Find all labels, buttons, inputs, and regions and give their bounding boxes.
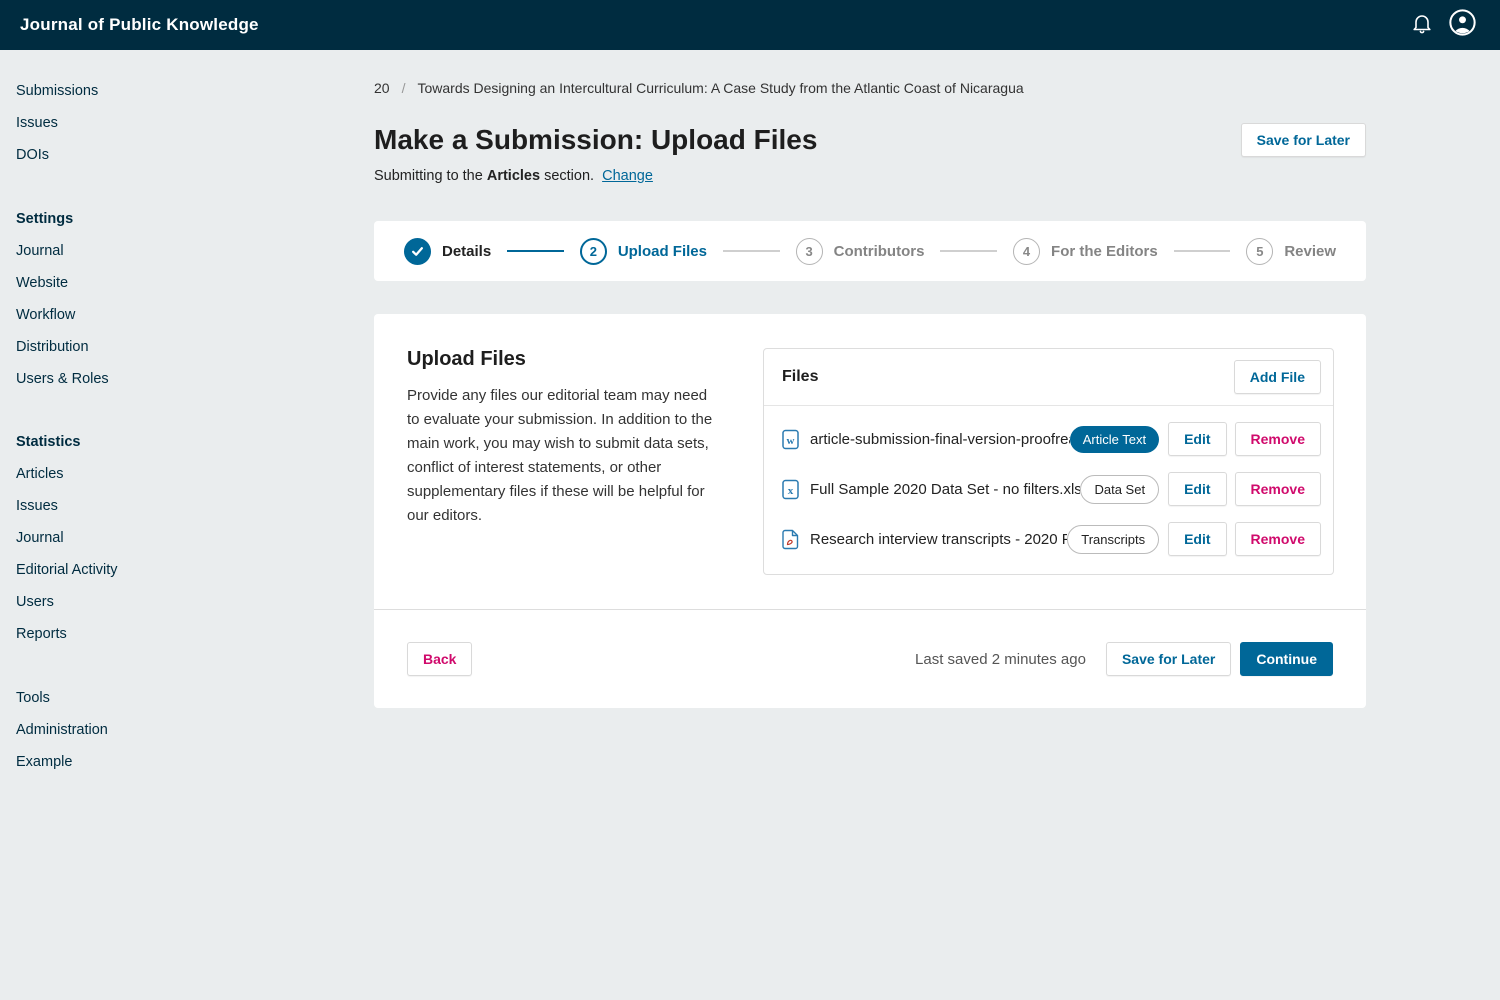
file-name: Full Sample 2020 Data Set - no filters.x… bbox=[810, 481, 1080, 498]
sidebar-item-settings-website[interactable]: Website bbox=[16, 274, 374, 293]
edit-file-button[interactable]: Edit bbox=[1168, 522, 1226, 556]
step-for-the-editors[interactable]: 4 For the Editors bbox=[1013, 238, 1158, 265]
sidebar-item-stats-articles[interactable]: Articles bbox=[16, 465, 374, 484]
file-type-badge: Article Text bbox=[1070, 426, 1159, 453]
word-file-icon: w bbox=[782, 429, 799, 450]
remove-file-button[interactable]: Remove bbox=[1235, 522, 1321, 556]
file-row-transcripts: Research interview transcripts - 2020 FI… bbox=[764, 514, 1333, 564]
file-name: article-submission-final-version-proofre… bbox=[810, 431, 1070, 448]
top-bar: Journal of Public Knowledge bbox=[0, 0, 1500, 50]
continue-button[interactable]: Continue bbox=[1240, 642, 1333, 676]
user-menu-button[interactable] bbox=[1442, 5, 1482, 45]
remove-file-button[interactable]: Remove bbox=[1235, 472, 1321, 506]
page-title: Make a Submission: Upload Files bbox=[374, 124, 817, 156]
add-file-button[interactable]: Add File bbox=[1234, 360, 1321, 394]
sidebar-item-stats-journal[interactable]: Journal bbox=[16, 529, 374, 548]
file-row-article: w article-submission-final-version-proof… bbox=[764, 414, 1333, 464]
submitting-to-text: Submitting to the Articles section. Chan… bbox=[374, 168, 1366, 184]
sidebar-item-settings-journal[interactable]: Journal bbox=[16, 242, 374, 261]
pdf-file-icon bbox=[782, 529, 799, 550]
upload-files-heading: Upload Files bbox=[407, 348, 723, 371]
sidebar-item-stats-users[interactable]: Users bbox=[16, 593, 374, 612]
sidebar-item-submissions[interactable]: Submissions bbox=[16, 82, 374, 101]
file-type-badge: Transcripts bbox=[1067, 525, 1159, 554]
breadcrumb-separator: / bbox=[402, 80, 406, 96]
step-upload-files[interactable]: 2 Upload Files bbox=[580, 238, 707, 265]
svg-text:x: x bbox=[788, 485, 794, 497]
submission-stepper: Details 2 Upload Files 3 Contributors 4 … bbox=[374, 221, 1366, 281]
sidebar-item-stats-editorial-activity[interactable]: Editorial Activity bbox=[16, 561, 374, 580]
remove-file-button[interactable]: Remove bbox=[1235, 422, 1321, 456]
sidebar-item-settings-users-roles[interactable]: Users & Roles bbox=[16, 370, 374, 389]
edit-file-button[interactable]: Edit bbox=[1168, 472, 1226, 506]
sidebar-item-issues[interactable]: Issues bbox=[16, 114, 374, 133]
excel-file-icon: x bbox=[782, 479, 799, 500]
sidebar-item-settings-distribution[interactable]: Distribution bbox=[16, 338, 374, 357]
sidebar: Submissions Issues DOIs Settings Journal… bbox=[0, 50, 374, 785]
edit-file-button[interactable]: Edit bbox=[1168, 422, 1226, 456]
save-for-later-button-top[interactable]: Save for Later bbox=[1241, 123, 1366, 157]
check-icon bbox=[404, 238, 431, 265]
svg-text:w: w bbox=[787, 435, 795, 447]
sidebar-item-settings-workflow[interactable]: Workflow bbox=[16, 306, 374, 325]
breadcrumb-submission-id: 20 bbox=[374, 80, 390, 96]
upload-files-description: Provide any files our editorial team may… bbox=[407, 384, 723, 528]
last-saved-text: Last saved 2 minutes ago bbox=[915, 651, 1086, 668]
sidebar-header-settings: Settings bbox=[16, 210, 374, 229]
user-avatar-icon bbox=[1449, 9, 1476, 41]
save-for-later-button-bottom[interactable]: Save for Later bbox=[1106, 642, 1231, 676]
files-panel: Files Add File w article-submission-f bbox=[763, 348, 1334, 575]
sidebar-item-stats-reports[interactable]: Reports bbox=[16, 625, 374, 644]
sidebar-item-tools[interactable]: Tools bbox=[16, 689, 374, 708]
file-name: Research interview transcripts - 2020 FI… bbox=[810, 531, 1067, 548]
sidebar-item-dois[interactable]: DOIs bbox=[16, 146, 374, 165]
notifications-button[interactable] bbox=[1402, 5, 1442, 45]
upload-files-card: Upload Files Provide any files our edito… bbox=[374, 314, 1366, 708]
sidebar-item-administration[interactable]: Administration bbox=[16, 721, 374, 740]
change-section-link[interactable]: Change bbox=[602, 168, 653, 184]
sidebar-item-example[interactable]: Example bbox=[16, 753, 374, 772]
step-details[interactable]: Details bbox=[404, 238, 491, 265]
file-type-badge: Data Set bbox=[1080, 475, 1159, 504]
bell-icon bbox=[1410, 11, 1434, 40]
card-footer: Back Last saved 2 minutes ago Save for L… bbox=[374, 609, 1366, 708]
step-contributors[interactable]: 3 Contributors bbox=[796, 238, 925, 265]
sidebar-header-statistics: Statistics bbox=[16, 433, 374, 452]
sidebar-item-stats-issues[interactable]: Issues bbox=[16, 497, 374, 516]
file-row-dataset: x Full Sample 2020 Data Set - no filters… bbox=[764, 464, 1333, 514]
files-panel-title: Files bbox=[782, 368, 818, 386]
back-button[interactable]: Back bbox=[407, 642, 472, 676]
step-review[interactable]: 5 Review bbox=[1246, 238, 1336, 265]
breadcrumb: 20 / Towards Designing an Intercultural … bbox=[374, 80, 1366, 96]
section-name: Articles bbox=[487, 168, 540, 184]
breadcrumb-submission-title: Towards Designing an Intercultural Curri… bbox=[417, 80, 1023, 96]
app-title: Journal of Public Knowledge bbox=[20, 15, 259, 35]
main-content: 20 / Towards Designing an Intercultural … bbox=[374, 50, 1366, 785]
